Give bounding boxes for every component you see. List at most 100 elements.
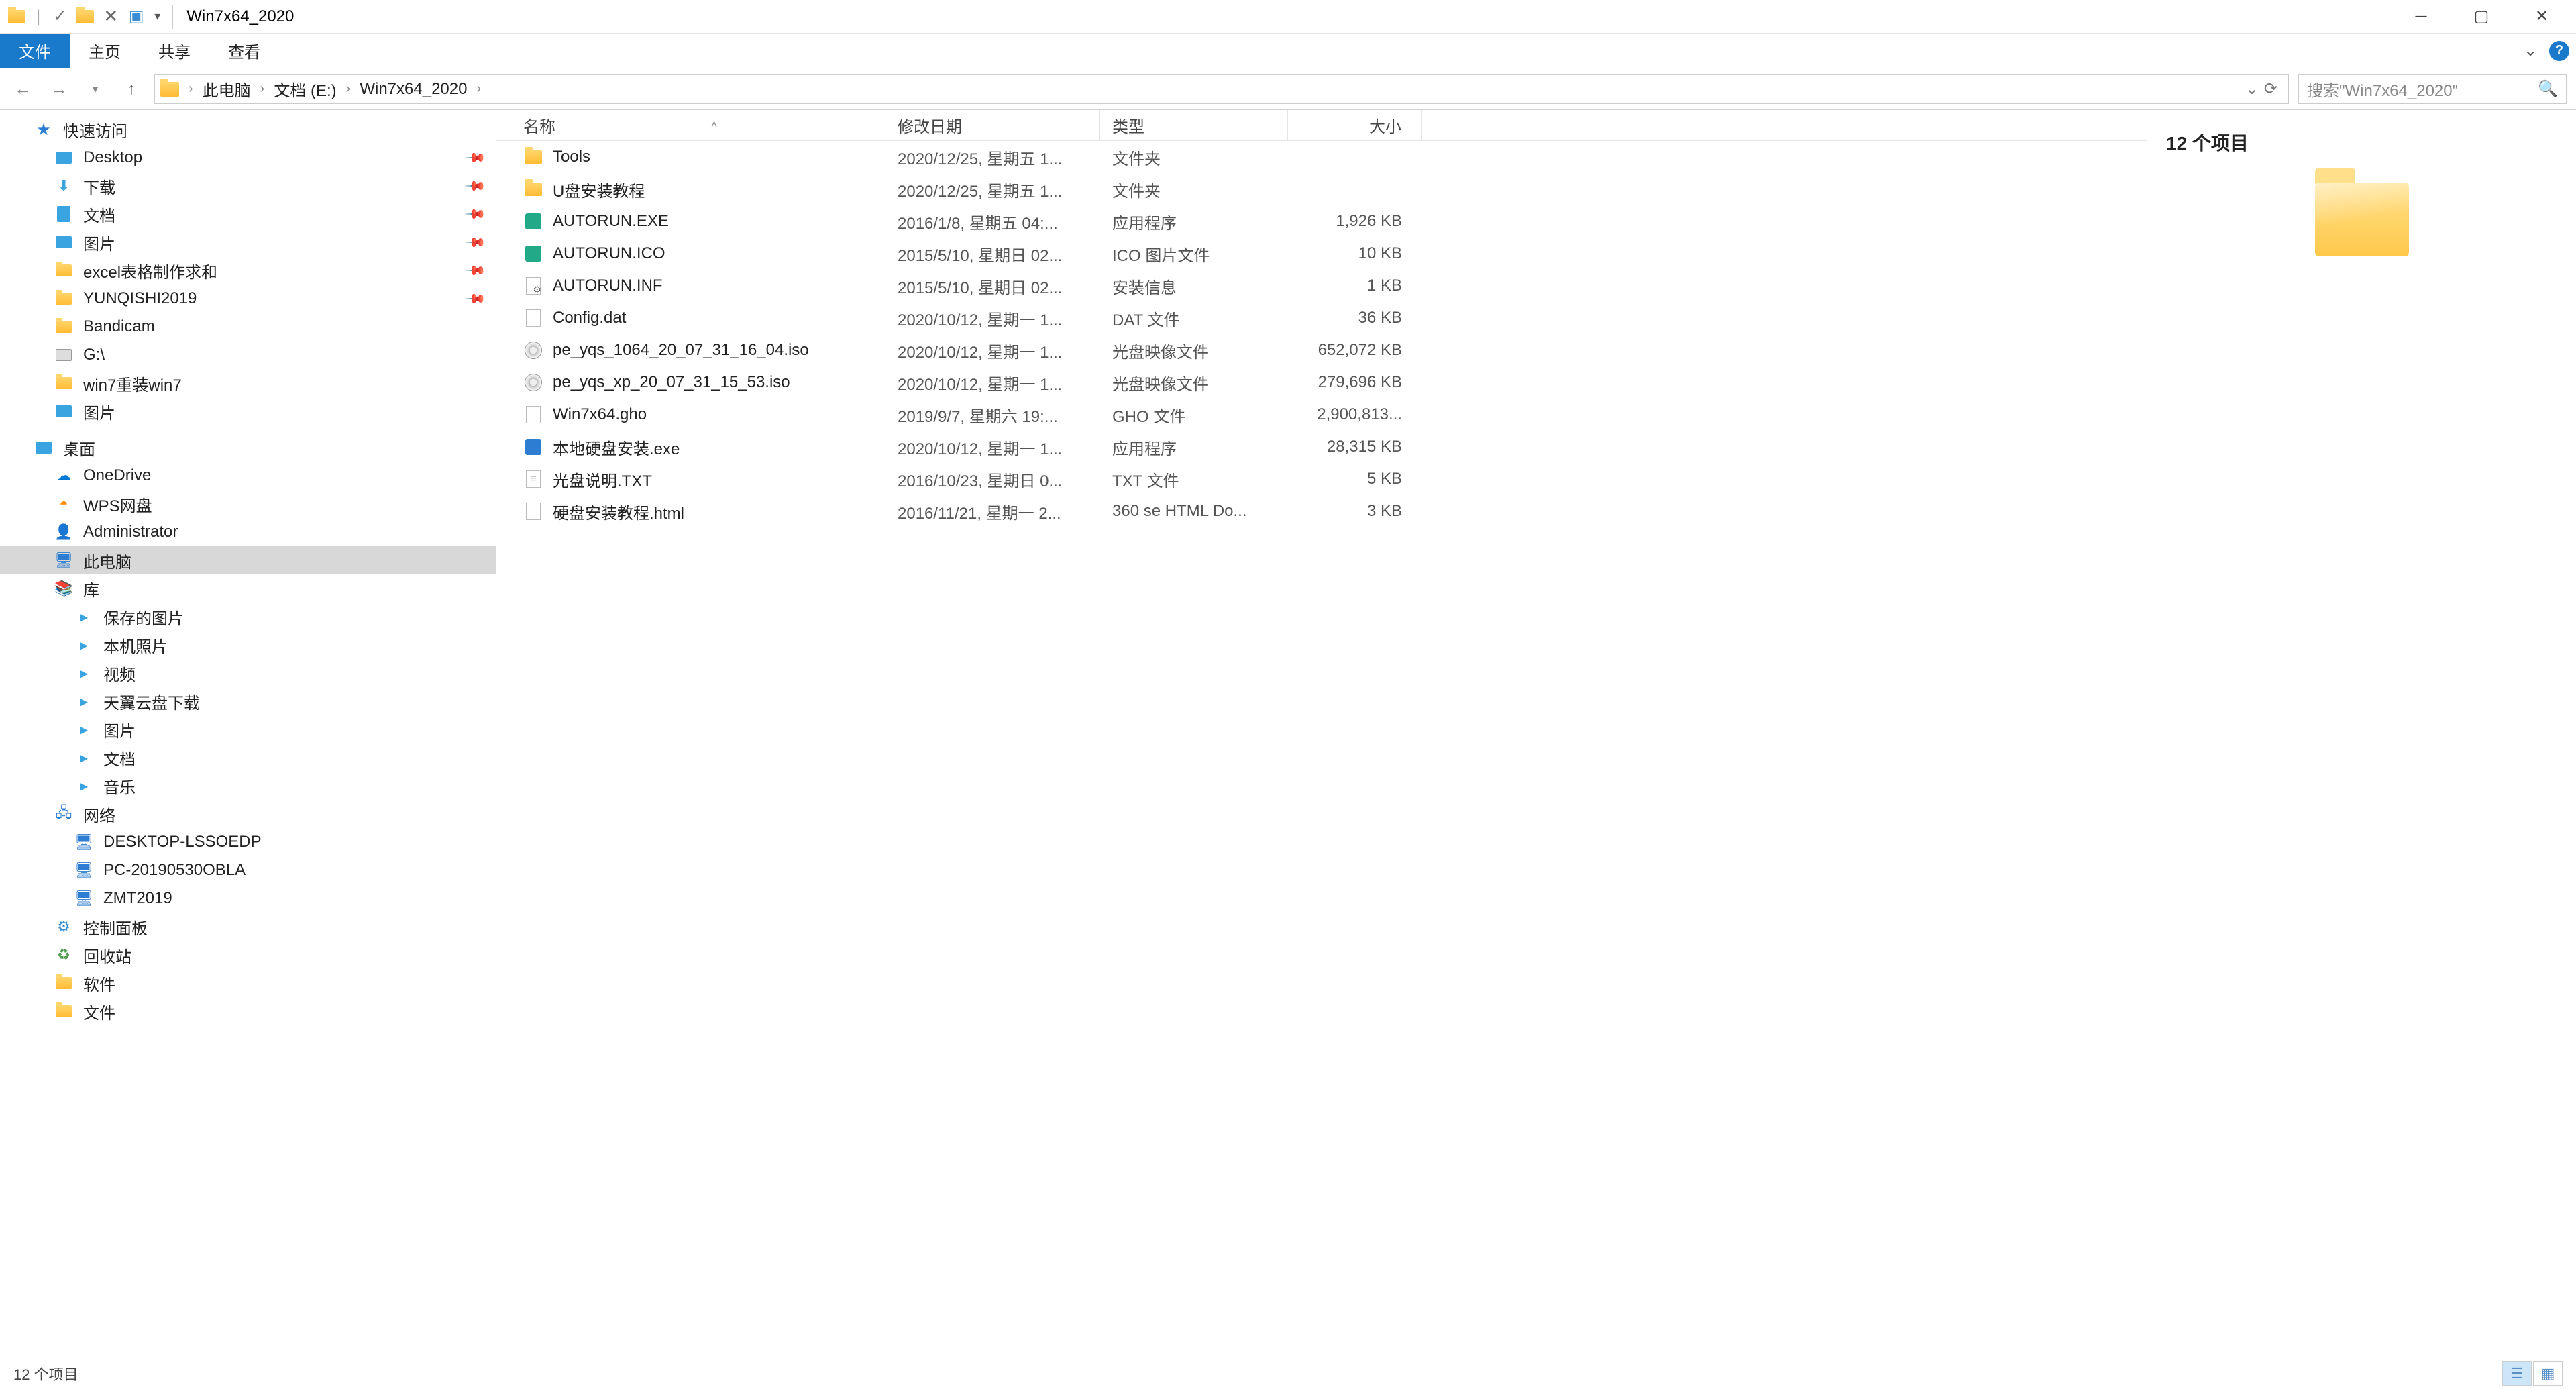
check-icon[interactable]: ✓: [50, 7, 70, 27]
breadcrumb-segment[interactable]: 此电脑: [200, 75, 254, 103]
sidebar-item[interactable]: YUNQISHI2019📌: [0, 285, 496, 313]
sidebar-folder[interactable]: 文件: [0, 997, 496, 1025]
sidebar-onedrive[interactable]: ☁ OneDrive: [0, 462, 496, 490]
file-type: 应用程序: [1100, 435, 1288, 459]
column-type[interactable]: 类型: [1100, 110, 1288, 140]
icons-view-button[interactable]: ▦: [2533, 1361, 2563, 1386]
search-input[interactable]: 搜索"Win7x64_2020" 🔍: [2298, 74, 2567, 104]
sidebar-wps[interactable]: ◓ WPS网盘: [0, 490, 496, 518]
file-row[interactable]: AUTORUN.INF2015/5/10, 星期日 02...安装信息1 KB: [496, 270, 2147, 302]
sidebar-this-pc[interactable]: 🖥 此电脑: [0, 546, 496, 574]
column-size[interactable]: 大小: [1288, 110, 1422, 140]
sidebar-item[interactable]: G:\: [0, 341, 496, 369]
sidebar-item[interactable]: 图片📌: [0, 228, 496, 256]
folder-icon[interactable]: [75, 7, 95, 27]
forward-button[interactable]: →: [46, 76, 72, 103]
tab-home[interactable]: 主页: [70, 34, 140, 68]
breadcrumb-segment[interactable]: 文档 (E:): [271, 75, 339, 103]
sidebar-item[interactable]: ▸天翼云盘下载: [0, 687, 496, 715]
sidebar-libraries[interactable]: 📚 库: [0, 574, 496, 603]
breadcrumb[interactable]: › 此电脑 › 文档 (E:) › Win7x64_2020 › ⌄ ⟳: [154, 74, 2289, 104]
sidebar-user[interactable]: 👤 Administrator: [0, 518, 496, 546]
file-row[interactable]: 光盘说明.TXT2016/10/23, 星期日 0...TXT 文件5 KB: [496, 463, 2147, 495]
label: Administrator: [83, 523, 178, 542]
navigation-pane[interactable]: ★ 快速访问 Desktop📌⬇下载📌文档📌图片📌excel表格制作求和📌YUN…: [0, 110, 496, 1357]
file-name: AUTORUN.EXE: [553, 212, 669, 231]
file-row[interactable]: 本地硬盘安装.exe2020/10/12, 星期一 1...应用程序28,315…: [496, 431, 2147, 463]
sidebar-item[interactable]: ▸保存的图片: [0, 603, 496, 631]
sidebar-item[interactable]: 文档📌: [0, 200, 496, 228]
chevron-right-icon[interactable]: ›: [184, 81, 197, 97]
ribbon: 文件 主页 共享 查看 ⌄ ?: [0, 34, 2576, 68]
refresh-icon[interactable]: ⟳: [2264, 79, 2277, 99]
label: 视频: [103, 662, 136, 685]
chevron-down-icon[interactable]: ▾: [154, 9, 160, 23]
file-row[interactable]: Config.dat2020/10/12, 星期一 1...DAT 文件36 K…: [496, 302, 2147, 334]
chevron-right-icon[interactable]: ›: [472, 81, 485, 97]
file-row[interactable]: AUTORUN.ICO2015/5/10, 星期日 02...ICO 图片文件1…: [496, 238, 2147, 270]
sidebar-item[interactable]: ▸图片: [0, 715, 496, 743]
chevron-down-icon[interactable]: ⌄: [2245, 79, 2259, 99]
minimize-button[interactable]: ─: [2391, 0, 2451, 34]
column-add[interactable]: [1422, 110, 1446, 140]
sidebar-item[interactable]: ▸文档: [0, 743, 496, 772]
close-button[interactable]: ✕: [2512, 0, 2572, 34]
folder-icon: [160, 82, 179, 97]
file-size: 36 KB: [1288, 309, 1422, 327]
maximize-button[interactable]: ▢: [2451, 0, 2512, 34]
file-row[interactable]: U盘安装教程2020/12/25, 星期五 1...文件夹: [496, 173, 2147, 205]
breadcrumb-segment[interactable]: Win7x64_2020: [357, 75, 470, 103]
folder-preview-icon: [2315, 183, 2409, 256]
file-type: 安装信息: [1100, 274, 1288, 298]
sidebar-item[interactable]: excel表格制作求和📌: [0, 256, 496, 285]
close-icon[interactable]: ✕: [101, 7, 121, 27]
sidebar-item[interactable]: 🖥PC-20190530OBLA: [0, 856, 496, 884]
details-view-button[interactable]: ☰: [2502, 1361, 2532, 1386]
sidebar-folder[interactable]: 软件: [0, 969, 496, 997]
sidebar-recycle[interactable]: ♻ 回收站: [0, 941, 496, 969]
file-row[interactable]: Win7x64.gho2019/9/7, 星期六 19:...GHO 文件2,9…: [496, 399, 2147, 431]
chevron-right-icon[interactable]: ›: [256, 81, 269, 97]
sidebar-desktop[interactable]: 桌面: [0, 433, 496, 462]
up-button[interactable]: ↑: [118, 76, 145, 103]
chevron-right-icon[interactable]: ›: [342, 81, 355, 97]
file-size: 10 KB: [1288, 244, 1422, 263]
file-row[interactable]: pe_yqs_1064_20_07_31_16_04.iso2020/10/12…: [496, 334, 2147, 366]
search-icon[interactable]: 🔍: [2538, 79, 2558, 99]
column-date[interactable]: 修改日期: [885, 110, 1100, 140]
label: 图片: [103, 718, 136, 741]
file-row[interactable]: AUTORUN.EXE2016/1/8, 星期五 04:...应用程序1,926…: [496, 205, 2147, 238]
recent-dropdown[interactable]: ▾: [82, 76, 109, 103]
file-name: Win7x64.gho: [553, 405, 647, 424]
sidebar-item[interactable]: ⬇下载📌: [0, 172, 496, 200]
sidebar-item[interactable]: ▸视频: [0, 659, 496, 687]
file-row[interactable]: pe_yqs_xp_20_07_31_15_53.iso2020/10/12, …: [496, 366, 2147, 399]
expand-ribbon-icon[interactable]: ⌄: [2518, 39, 2542, 63]
sidebar-item[interactable]: 图片: [0, 397, 496, 425]
sidebar-quick-access[interactable]: ★ 快速访问: [0, 115, 496, 144]
sidebar-item[interactable]: ▸本机照片: [0, 631, 496, 659]
tab-file[interactable]: 文件: [0, 34, 70, 68]
sidebar-item[interactable]: win7重装win7: [0, 369, 496, 397]
tab-view[interactable]: 查看: [209, 34, 279, 68]
sidebar-control-panel[interactable]: ⚙ 控制面板: [0, 913, 496, 941]
file-list[interactable]: Tools2020/12/25, 星期五 1...文件夹U盘安装教程2020/1…: [496, 141, 2147, 1357]
sidebar-item[interactable]: 🖥ZMT2019: [0, 884, 496, 913]
label: ZMT2019: [103, 889, 172, 908]
app-icon: ▣: [126, 7, 146, 27]
file-row[interactable]: Tools2020/12/25, 星期五 1...文件夹: [496, 141, 2147, 173]
file-list-area: 名称 ˄ 修改日期 类型 大小 Tools2020/12/25, 星期五 1..…: [496, 110, 2147, 1357]
sidebar-item[interactable]: Bandicam: [0, 313, 496, 341]
library-item-icon: ▸: [74, 607, 94, 627]
help-icon[interactable]: ?: [2549, 41, 2569, 61]
column-name[interactable]: 名称 ˄: [496, 110, 885, 140]
sidebar-item[interactable]: 🖥DESKTOP-LSSOEDP: [0, 828, 496, 856]
sidebar-item[interactable]: Desktop📌: [0, 144, 496, 172]
file-row[interactable]: 硬盘安装教程.html2016/11/21, 星期一 2...360 se HT…: [496, 495, 2147, 527]
sidebar-item[interactable]: ▸音乐: [0, 772, 496, 800]
status-bar: 12 个项目 ☰ ▦: [0, 1357, 2576, 1389]
tab-share[interactable]: 共享: [140, 34, 209, 68]
label: 下载: [83, 174, 115, 198]
sidebar-network[interactable]: 🖧 网络: [0, 800, 496, 828]
back-button[interactable]: ←: [9, 76, 36, 103]
